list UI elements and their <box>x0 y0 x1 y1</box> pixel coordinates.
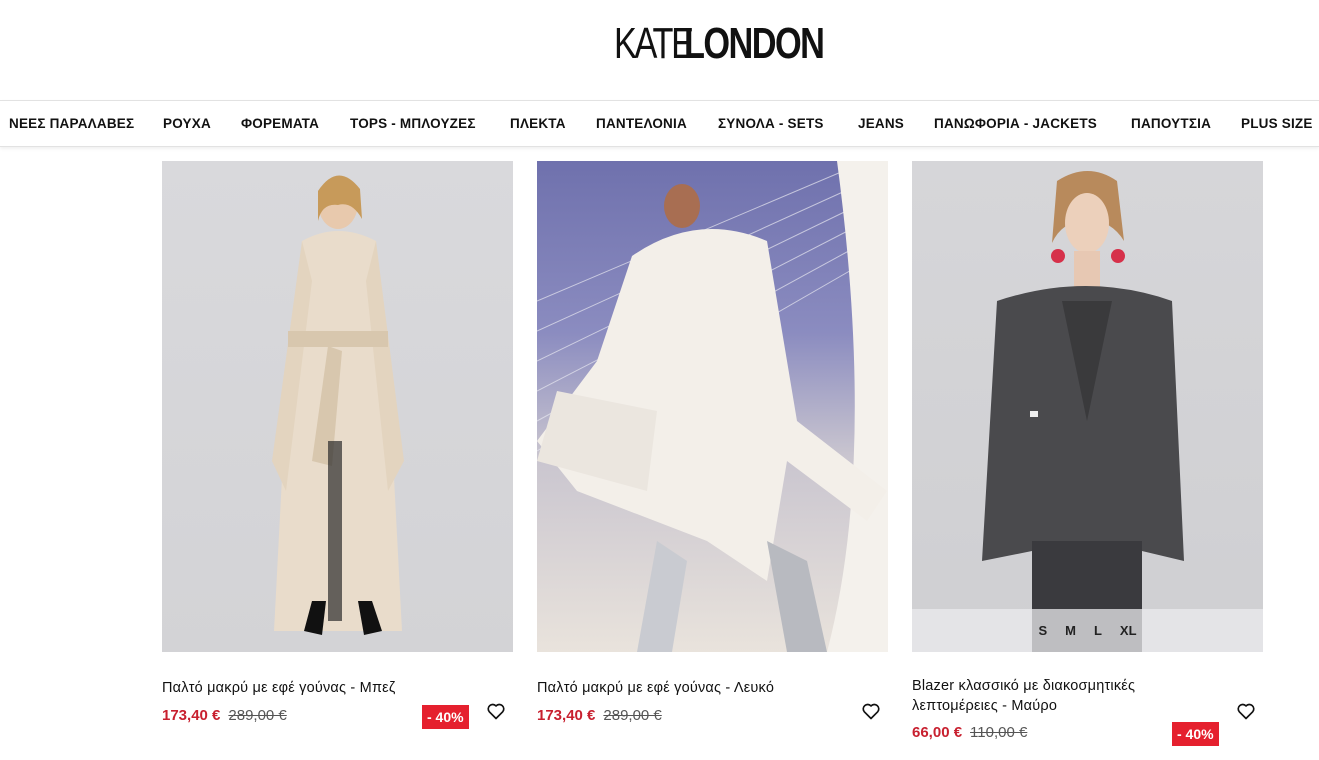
price-row: 66,00 € 110,00 € <box>912 724 1027 741</box>
discount-badge: - 40% <box>422 705 469 729</box>
nav-item-jackets[interactable]: ΠΑΝΩΦΟΡΙΑ - JACKETS <box>934 116 1097 131</box>
size-option-m[interactable]: M <box>1065 623 1076 638</box>
size-selector: S M L XL <box>912 609 1263 652</box>
size-option-s[interactable]: S <box>1038 623 1047 638</box>
nav-item-dresses[interactable]: ΦΟΡΕΜΑΤΑ <box>241 116 319 131</box>
beige-coat-illustration <box>272 175 404 635</box>
brand-logo[interactable]: KATE LONDON <box>614 20 863 66</box>
nav-item-trousers[interactable]: ΠΑΝΤΕΛΟΝΙΑ <box>596 116 687 131</box>
product-image-beige-coat[interactable] <box>162 161 513 652</box>
product-title[interactable]: Παλτό μακρύ με εφέ γούνας - Μπεζ <box>162 678 395 698</box>
black-blazer-illustration <box>982 171 1184 652</box>
nav-item-tops[interactable]: TOPS - ΜΠΛΟΥΖΕΣ <box>350 116 476 131</box>
nav-item-knitwear[interactable]: ΠΛΕΚΤΑ <box>510 116 566 131</box>
discount-badge: - 40% <box>1172 722 1219 746</box>
logo-bold-text: LONDON <box>684 19 825 68</box>
heart-icon[interactable] <box>486 701 506 721</box>
product-image-white-coat[interactable] <box>537 161 888 652</box>
main-nav: ΝΕΕΣ ΠΑΡΑΛΑΒΕΣ ΡΟΥΧΑ ΦΟΡΕΜΑΤΑ TOPS - ΜΠΛ… <box>0 100 1319 147</box>
product-card[interactable]: Παλτό μακρύ με εφέ γούνας - Μπεζ 173,40 … <box>162 161 513 729</box>
original-price: 289,00 € <box>603 707 662 724</box>
product-card[interactable]: S M L XL Blazer κλασσικό με διακοσμητικέ… <box>912 161 1263 746</box>
nav-item-shoes[interactable]: ΠΑΠΟΥΤΣΙΑ <box>1131 116 1211 131</box>
sale-price: 173,40 € <box>537 707 596 724</box>
product-title[interactable]: Παλτό μακρύ με εφέ γούνας - Λευκό <box>537 678 774 698</box>
nav-item-jeans[interactable]: JEANS <box>858 116 904 131</box>
nav-item-plus-size[interactable]: PLUS SIZE <box>1241 116 1313 131</box>
nav-item-clothes[interactable]: ΡΟΥΧΑ <box>163 116 211 131</box>
header: KATE LONDON <box>0 0 1319 100</box>
white-coat-illustration <box>537 161 888 652</box>
original-price: 110,00 € <box>970 724 1028 741</box>
heart-icon[interactable] <box>1236 701 1256 721</box>
original-price: 289,00 € <box>228 707 287 724</box>
sale-price: 173,40 € <box>162 707 221 724</box>
nav-item-new-arrivals[interactable]: ΝΕΕΣ ΠΑΡΑΛΑΒΕΣ <box>9 116 134 131</box>
product-title[interactable]: Blazer κλασσικό με διακοσμητικές λεπτομέ… <box>912 676 1182 716</box>
nav-item-sets[interactable]: ΣΥΝΟΛΑ - SETS <box>718 116 824 131</box>
price-row: 173,40 € 289,00 € <box>537 707 662 724</box>
logo-light-text: KATE <box>614 19 694 68</box>
price-row: 173,40 € 289,00 € <box>162 707 287 724</box>
product-card[interactable]: Παλτό μακρύ με εφέ γούνας - Λευκό 173,40… <box>537 161 888 724</box>
product-image-black-blazer[interactable]: S M L XL <box>912 161 1263 652</box>
size-option-xl[interactable]: XL <box>1120 623 1137 638</box>
heart-icon[interactable] <box>861 701 881 721</box>
sale-price: 66,00 € <box>912 724 963 741</box>
size-option-l[interactable]: L <box>1094 623 1102 638</box>
